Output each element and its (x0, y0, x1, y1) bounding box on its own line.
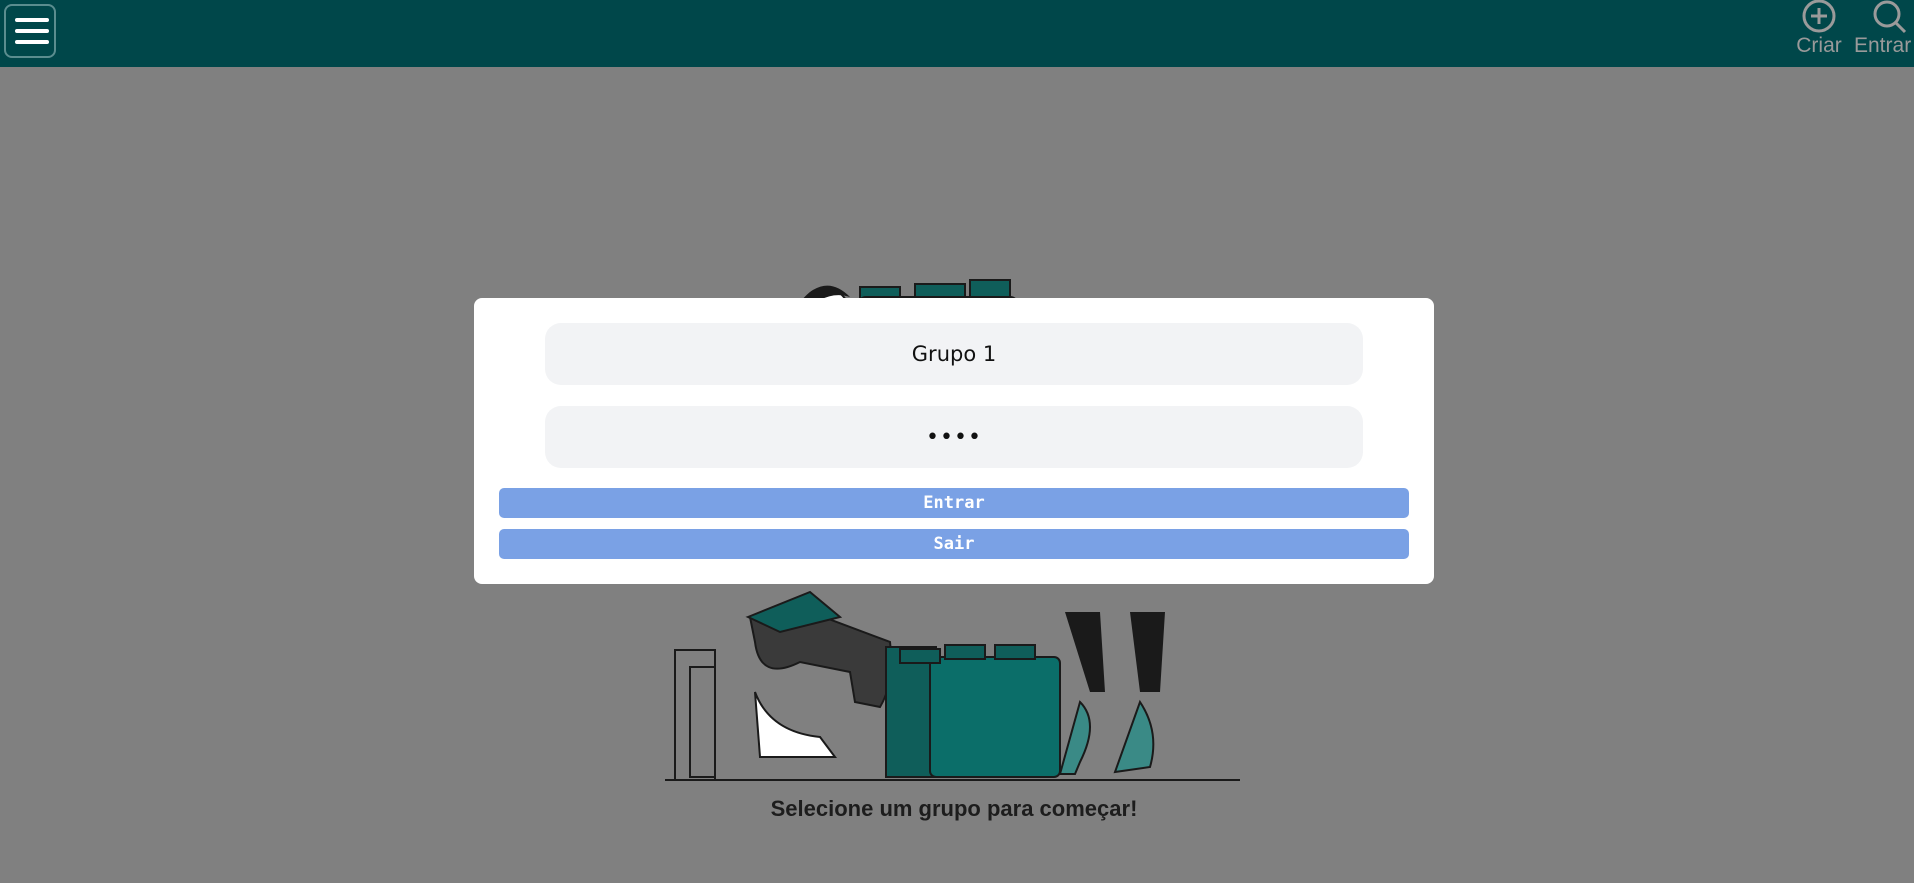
password-input[interactable] (545, 406, 1363, 468)
top-bar: Criar Entrar (0, 0, 1914, 67)
hamburger-menu-icon-bar (15, 40, 49, 44)
hamburger-menu-icon (15, 18, 49, 22)
search-icon (1873, 0, 1907, 34)
exit-button[interactable]: Sair (499, 529, 1409, 559)
join-group-modal: Entrar Sair (474, 298, 1434, 584)
menu-button[interactable] (4, 4, 56, 58)
join-label: Entrar (1854, 34, 1912, 57)
plus-circle-icon (1802, 0, 1836, 33)
hamburger-menu-icon-bar (15, 29, 49, 33)
select-group-caption: Selecione um grupo para começar! (770, 796, 1138, 821)
create-label: Criar (1796, 34, 1842, 57)
enter-button[interactable]: Entrar (499, 488, 1409, 518)
group-name-input[interactable] (545, 323, 1363, 385)
join-group-button[interactable]: Entrar (1852, 0, 1914, 67)
create-group-button[interactable]: Criar (1792, 0, 1846, 67)
